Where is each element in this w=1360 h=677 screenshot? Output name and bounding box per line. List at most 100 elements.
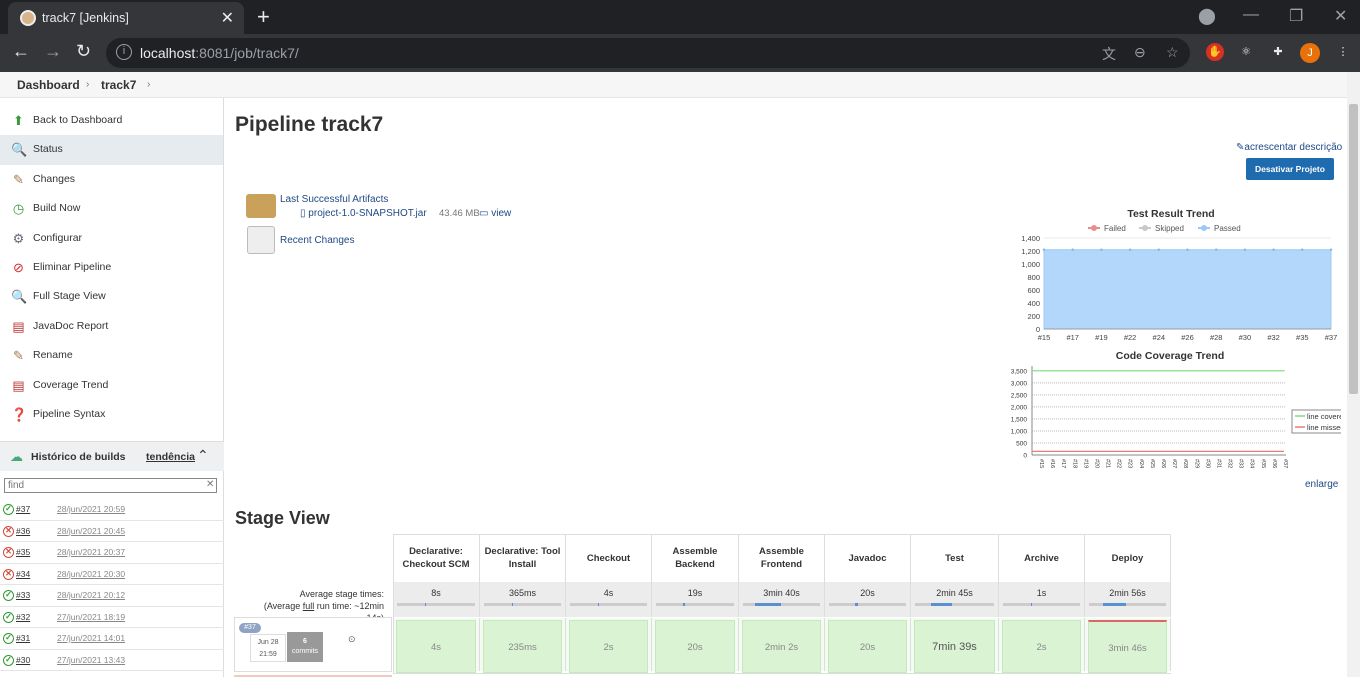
build-number-link[interactable]: #30: [16, 655, 30, 665]
minimize-icon[interactable]: —: [1243, 6, 1259, 24]
task-eliminar-pipeline[interactable]: ⊘ Eliminar Pipeline: [0, 253, 223, 282]
stage-run-time[interactable]: 2s: [1002, 620, 1081, 673]
artifact-file-link[interactable]: ▯ project-1.0-SNAPSHOT.jar: [300, 208, 427, 219]
restore-icon[interactable]: ❐: [1289, 6, 1303, 26]
adblock-extension-icon[interactable]: ✋: [1206, 43, 1224, 61]
build-row[interactable]: ✓ #37 28/jun/2021 20:59: [0, 499, 224, 521]
window-close-icon[interactable]: ✕: [1334, 6, 1347, 26]
build-number-link[interactable]: #37: [16, 504, 30, 514]
new-tab-icon[interactable]: +: [257, 4, 270, 30]
profile-avatar[interactable]: J: [1300, 43, 1320, 63]
stage-run-time[interactable]: 7min 39s: [914, 620, 995, 673]
disable-project-button[interactable]: Desativar Projeto: [1246, 158, 1334, 180]
add-description-link[interactable]: ✎acrescentar descrição: [1236, 142, 1342, 153]
enlarge-link[interactable]: enlarge: [1305, 479, 1338, 490]
artifact-view-link[interactable]: ▭ view: [479, 208, 511, 219]
last-successful-artifacts-link[interactable]: Last Successful Artifacts: [280, 194, 388, 205]
build-date-link[interactable]: 28/jun/2021 20:12: [57, 590, 125, 600]
task-back-to-dashboard[interactable]: ⬆ Back to Dashboard: [0, 106, 223, 135]
tab-search-icon[interactable]: ⬤: [1198, 6, 1216, 26]
build-card[interactable]: #37 Jun 28 21:59 6 commits ⊙: [234, 617, 392, 672]
task-configurar[interactable]: ⚙ Configurar: [0, 224, 223, 253]
build-row[interactable]: ✕ #36 28/jun/2021 20:45: [0, 521, 224, 542]
build-row[interactable]: ✓ #30 27/jun/2021 13:43: [0, 650, 224, 671]
url-text[interactable]: localhost:8081/job/track7/: [140, 45, 299, 61]
stage-run-time[interactable]: 20s: [655, 620, 735, 673]
task-coverage-trend[interactable]: ▤ Coverage Trend: [0, 371, 223, 400]
build-filter-input[interactable]: [4, 478, 217, 493]
browser-menu-icon[interactable]: ⋮: [1334, 43, 1352, 61]
task-build-now[interactable]: ◷ Build Now: [0, 194, 223, 223]
build-number-link[interactable]: #31: [16, 633, 30, 643]
stage-run-time[interactable]: 4s: [396, 620, 476, 673]
build-row[interactable]: ✓ #32 27/jun/2021 18:19: [0, 607, 224, 628]
stage-cell[interactable]: 2s: [566, 618, 652, 673]
build-row[interactable]: ✓ #31 27/jun/2021 14:01: [0, 628, 224, 650]
breadcrumb-dashboard[interactable]: Dashboard: [17, 78, 80, 92]
recent-changes-link[interactable]: Recent Changes: [280, 235, 355, 246]
build-date-link[interactable]: 28/jun/2021 20:59: [57, 504, 125, 514]
test-result-trend-chart[interactable]: Test Result TrendFailed Skipped Passed0200…: [999, 206, 1339, 346]
stage-run-time[interactable]: 235ms: [483, 620, 562, 673]
react-devtools-icon[interactable]: ⚛: [1237, 43, 1255, 61]
tab-title: track7 [Jenkins]: [42, 11, 129, 25]
build-options-icon[interactable]: ⊙: [348, 634, 356, 645]
page-scrollbar[interactable]: [1347, 72, 1360, 677]
code-coverage-trend-chart[interactable]: Code Coverage Trend 0 500 1,000 1,500 2,000 2,…: [996, 348, 1341, 478]
trend-link[interactable]: tendência: [146, 451, 195, 463]
bookmark-star-icon[interactable]: ☆: [1166, 44, 1179, 61]
task-pipeline-syntax[interactable]: ❓ Pipeline Syntax: [0, 400, 223, 429]
build-date-link[interactable]: 28/jun/2021 20:30: [57, 569, 125, 579]
build-row[interactable]: ✕ #35 28/jun/2021 20:37: [0, 542, 224, 564]
commits-count[interactable]: 6 commits: [287, 632, 323, 662]
stage-run-time[interactable]: 20s: [828, 620, 907, 673]
address-bar[interactable]: i localhost:8081/job/track7/ 文 ⊖ ☆: [106, 38, 1190, 68]
stage-cell[interactable]: 20s: [825, 618, 911, 673]
stage-run-time[interactable]: 3min 46s: [1088, 620, 1167, 673]
stage-cell[interactable]: 3min 46s: [1085, 618, 1171, 673]
task-javadoc-report[interactable]: ▤ JavaDoc Report: [0, 312, 223, 341]
stage-run-time[interactable]: 2min 2s: [742, 620, 821, 673]
collapse-chevron-icon[interactable]: ⌃: [197, 447, 209, 464]
build-row[interactable]: ✓ #33 28/jun/2021 20:12: [0, 585, 224, 607]
build-date-link[interactable]: 27/jun/2021 14:01: [57, 633, 125, 643]
build-number-link[interactable]: #34: [16, 569, 30, 579]
reload-icon[interactable]: ↻: [76, 41, 91, 62]
data-point: [1100, 248, 1103, 251]
stage-cell[interactable]: 20s: [652, 618, 739, 673]
build-date-link[interactable]: 28/jun/2021 20:37: [57, 547, 125, 557]
build-date-link[interactable]: 27/jun/2021 18:19: [57, 612, 125, 622]
browser-tab[interactable]: track7 [Jenkins] ✕: [8, 2, 244, 34]
translate-icon[interactable]: 文: [1102, 44, 1116, 64]
task-rename[interactable]: ✎ Rename: [0, 341, 223, 370]
stage-run-time[interactable]: 2s: [569, 620, 648, 673]
clear-filter-icon[interactable]: ✕: [206, 479, 214, 490]
site-info-icon[interactable]: i: [116, 44, 132, 60]
stage-cell[interactable]: 2s: [999, 618, 1085, 673]
stage-cell[interactable]: 2min 2s: [739, 618, 825, 673]
build-number-link[interactable]: #36: [16, 526, 30, 536]
browser-toolbar: ← → ↻ i localhost:8081/job/track7/ 文 ⊖ ☆…: [0, 34, 1360, 72]
back-icon[interactable]: ←: [12, 41, 30, 62]
task-status[interactable]: 🔍 Status: [0, 135, 223, 165]
build-number-link[interactable]: #35: [16, 547, 30, 557]
extensions-puzzle-icon[interactable]: ✚: [1269, 43, 1287, 61]
x-tick-label: #26: [1160, 459, 1166, 468]
zoom-icon[interactable]: ⊖: [1134, 44, 1146, 61]
forward-icon[interactable]: →: [44, 41, 62, 62]
stage-cell[interactable]: 4s: [393, 618, 480, 673]
build-row[interactable]: ✕ #34 28/jun/2021 20:30: [0, 564, 224, 585]
stage-cell[interactable]: 7min 39s: [911, 618, 999, 673]
build-date-link[interactable]: 27/jun/2021 13:43: [57, 655, 125, 665]
scrollbar-thumb[interactable]: [1349, 104, 1358, 394]
tab-close-icon[interactable]: ✕: [221, 8, 234, 28]
build-number-link[interactable]: #33: [16, 590, 30, 600]
build-badge[interactable]: #37: [239, 623, 261, 633]
task-full-stage-view[interactable]: 🔍 Full Stage View: [0, 282, 223, 311]
build-number-link[interactable]: #32: [16, 612, 30, 622]
breadcrumb-track7[interactable]: track7: [101, 78, 136, 92]
task-changes[interactable]: ✎ Changes: [0, 165, 223, 194]
stage-cell[interactable]: 235ms: [480, 618, 566, 673]
build-date-link[interactable]: 28/jun/2021 20:45: [57, 526, 125, 536]
data-point: [1329, 248, 1333, 251]
